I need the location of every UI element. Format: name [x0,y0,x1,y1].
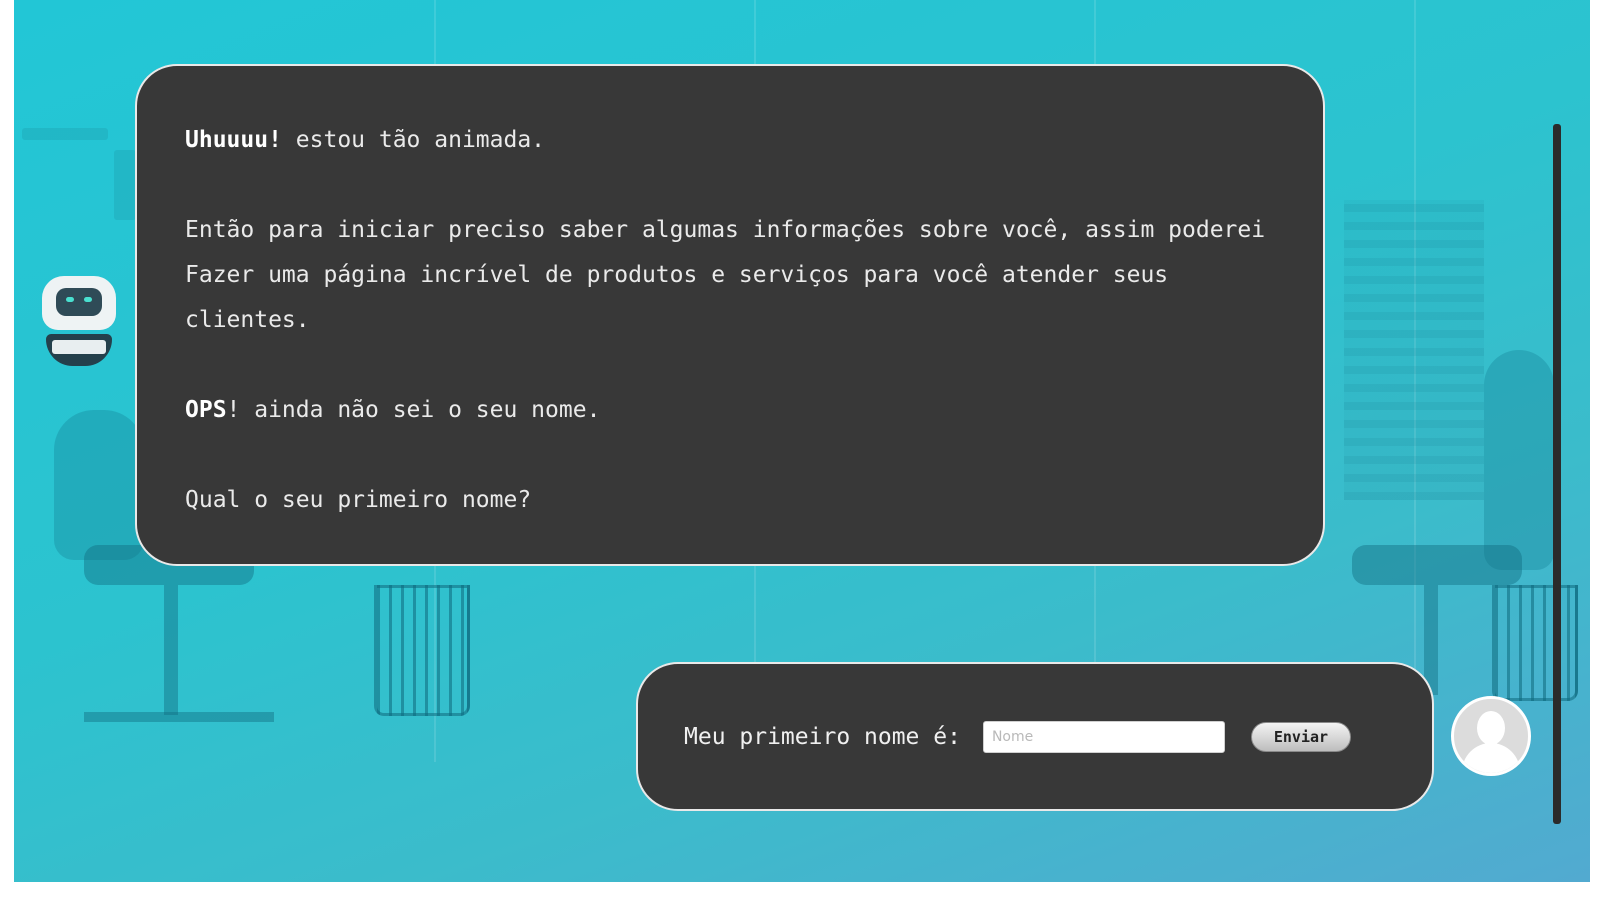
user-avatar-icon [1451,696,1531,776]
background-basket [1492,585,1578,701]
bot-message-text: estou tão animada. [281,127,546,153]
background-chair-pole [164,585,178,715]
bot-message-text: Então para iniciar preciso saber algumas… [185,217,1266,333]
bot-message-bubble: Uhuuuu! estou tão animada. Então para in… [135,64,1325,566]
background-basket [374,585,470,716]
robot-face [56,288,102,316]
page-scrollbar[interactable] [1553,124,1561,824]
first-name-label: Meu primeiro nome é: [684,723,961,750]
background-chair [1484,350,1554,570]
user-reply-bubble: Meu primeiro nome é: Enviar [636,662,1434,811]
first-name-input[interactable] [982,720,1225,753]
bot-message-text: Qual o seu primeiro nome? [185,487,532,513]
chat-stage: Uhuuuu! estou tão animada. Então para in… [14,0,1590,882]
robot-eye [84,297,92,302]
robot-eye [66,297,74,302]
bot-message-line: Qual o seu primeiro nome? [185,478,1275,523]
bot-message-line: OPS! ainda não sei o seu nome. [185,388,1275,433]
robot-body [46,334,112,366]
background-building [1344,200,1484,500]
bot-message-line: Então para iniciar preciso saber algumas… [185,208,1275,343]
bot-message-emphasis: Uhuuuu! [185,127,282,153]
robot-head [42,276,116,330]
background-shelf [114,150,136,220]
background-chair [54,410,144,560]
bot-message-line: Uhuuuu! estou tão animada. [185,118,1275,163]
bot-message-emphasis: OPS [185,397,227,423]
robot-keyboard [52,340,106,354]
bot-message-text: ! ainda não sei o seu nome. [226,397,601,423]
background-chair-base [84,712,274,722]
send-button[interactable]: Enviar [1250,721,1351,752]
robot-icon [38,272,120,372]
background-chair-seat [1352,545,1522,585]
background-shelf [22,128,108,140]
